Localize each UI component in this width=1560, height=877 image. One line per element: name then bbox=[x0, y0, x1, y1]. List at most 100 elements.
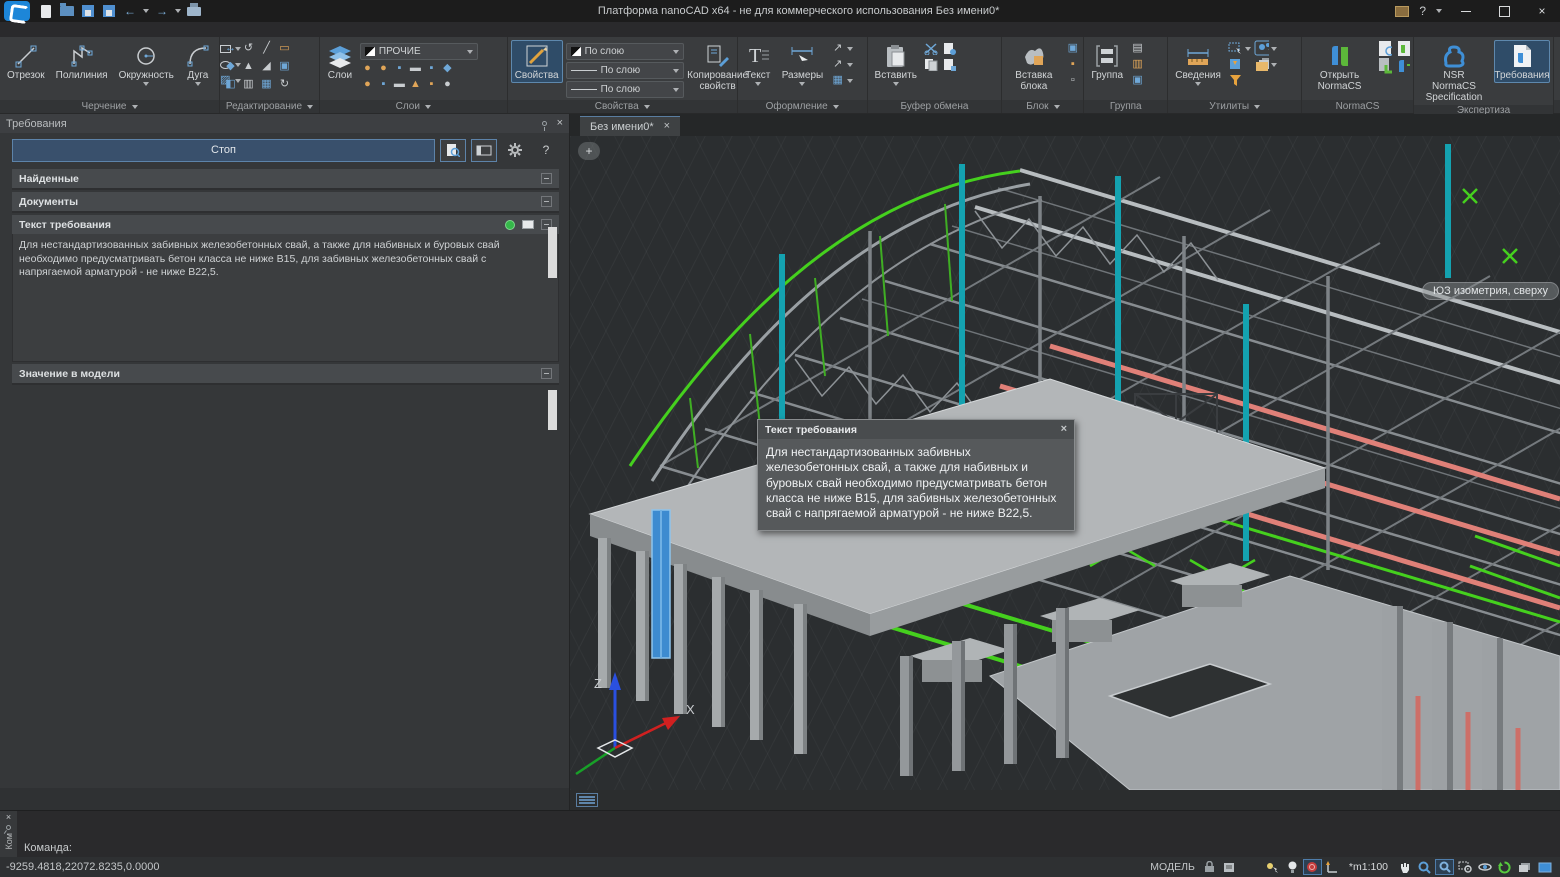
make-block-icon[interactable]: ▣ bbox=[1065, 42, 1080, 55]
layer-on-icon[interactable]: ● bbox=[360, 62, 375, 75]
help-icon[interactable]: ? bbox=[1419, 4, 1426, 18]
nsr-normacs-button[interactable]: NSR NormaCS Specification bbox=[1417, 40, 1491, 105]
dynamic-ucs-icon[interactable] bbox=[1323, 859, 1342, 875]
leader-dropdown-icon[interactable] bbox=[847, 47, 853, 51]
section-found-header[interactable]: Найденные bbox=[12, 169, 559, 188]
layer-cur-icon[interactable]: ▪ bbox=[376, 78, 391, 91]
circle-dropdown-icon[interactable] bbox=[143, 82, 149, 86]
arc-dropdown-icon[interactable] bbox=[195, 82, 201, 86]
block-edit-icon[interactable]: ▪ bbox=[1065, 58, 1080, 71]
select-box-icon[interactable] bbox=[1228, 42, 1243, 55]
line-button[interactable]: Отрезок bbox=[3, 40, 49, 83]
normacs-paste-icon[interactable] bbox=[1377, 58, 1392, 71]
layer-select[interactable]: ПРОЧИЕ bbox=[360, 43, 478, 60]
collapse-icon[interactable] bbox=[541, 173, 552, 184]
copy-base-icon[interactable] bbox=[942, 58, 957, 71]
undo-icon[interactable]: ← bbox=[122, 4, 138, 18]
color-select[interactable]: По слою bbox=[566, 43, 684, 60]
paste-button[interactable]: Вставить bbox=[871, 40, 921, 88]
section-reqtext-header[interactable]: Текст требования bbox=[12, 215, 559, 234]
move-tool-icon[interactable]: ↔ bbox=[223, 42, 238, 55]
layer-freeze-icon[interactable]: ● bbox=[376, 62, 391, 75]
layer-iso-icon[interactable]: ▲ bbox=[408, 78, 423, 91]
stretch-tool-icon[interactable]: ◧ bbox=[223, 78, 238, 91]
help-dropdown-icon[interactable] bbox=[1436, 9, 1442, 13]
layer-fold-icon[interactable]: ▪ bbox=[424, 78, 439, 91]
mleader-icon[interactable]: ↗ bbox=[830, 58, 845, 71]
command-prompt[interactable]: Команда: bbox=[24, 842, 72, 854]
block-attr-icon[interactable]: ▫ bbox=[1065, 74, 1080, 87]
mleader-dropdown-icon[interactable] bbox=[847, 63, 853, 67]
fullscreen-icon[interactable] bbox=[1535, 859, 1554, 875]
save-icon[interactable] bbox=[80, 4, 96, 18]
table-icon[interactable]: ▦ bbox=[830, 74, 845, 87]
visibility-cursor-icon[interactable] bbox=[1263, 859, 1282, 875]
dimensions-button[interactable]: Размеры bbox=[778, 40, 828, 88]
notes-icon[interactable] bbox=[1220, 859, 1239, 875]
viewports-icon[interactable] bbox=[1515, 859, 1534, 875]
report-button[interactable] bbox=[440, 139, 466, 162]
layer-walk-icon[interactable]: ▬ bbox=[392, 78, 407, 91]
command-close-icon[interactable]: × bbox=[6, 813, 11, 822]
insert-block-button[interactable]: Вставка блока bbox=[1005, 40, 1062, 94]
scale-tool-icon[interactable]: ▥ bbox=[241, 78, 256, 91]
close-button[interactable]: × bbox=[1528, 2, 1556, 20]
draworder-dropdown-icon[interactable] bbox=[1271, 63, 1277, 67]
array-tool-icon[interactable]: ▦ bbox=[259, 78, 274, 91]
briefcase-icon[interactable] bbox=[1395, 6, 1409, 17]
redo-dropdown-icon[interactable] bbox=[175, 9, 181, 13]
sheet-menu-icon[interactable] bbox=[576, 793, 598, 807]
zoom-icon[interactable] bbox=[1415, 859, 1434, 875]
layer-lock-icon[interactable]: ▪ bbox=[392, 62, 407, 75]
fillet-tool-icon[interactable]: ◢ bbox=[259, 60, 274, 73]
quick-select-icon[interactable] bbox=[1228, 58, 1243, 71]
group-button[interactable]: Группа bbox=[1087, 40, 1127, 83]
circle-button[interactable]: Окружность bbox=[115, 40, 178, 88]
normacs-export-icon[interactable] bbox=[1395, 58, 1410, 71]
cut-icon[interactable] bbox=[924, 42, 939, 55]
copy-icon[interactable] bbox=[924, 58, 939, 71]
leader-icon[interactable]: ↗ bbox=[830, 42, 845, 55]
selection-set-icon[interactable] bbox=[1254, 42, 1269, 55]
tooltip-close-icon[interactable]: × bbox=[1061, 424, 1067, 435]
layer-dots-icon[interactable]: ● bbox=[440, 78, 455, 91]
show-window-icon[interactable] bbox=[521, 219, 535, 231]
info-dropdown-icon[interactable] bbox=[1195, 82, 1201, 86]
lock-icon[interactable] bbox=[1200, 859, 1219, 875]
copy-link-icon[interactable] bbox=[942, 42, 957, 55]
panel-close-icon[interactable]: × bbox=[557, 118, 563, 129]
regen-icon[interactable] bbox=[1495, 859, 1514, 875]
restore-button[interactable] bbox=[1490, 2, 1518, 20]
zoom-window-icon[interactable] bbox=[1435, 859, 1454, 875]
orbit-icon[interactable] bbox=[1475, 859, 1494, 875]
table-dropdown-icon[interactable] bbox=[847, 79, 853, 83]
pin-icon[interactable] bbox=[542, 121, 547, 126]
text-button[interactable]: T Текст bbox=[741, 40, 775, 88]
erase-tool-icon[interactable]: ▭ bbox=[277, 42, 292, 55]
draw-order-icon[interactable] bbox=[1254, 58, 1269, 71]
minimize-button[interactable] bbox=[1452, 2, 1480, 20]
paste-dropdown-icon[interactable] bbox=[893, 82, 899, 86]
stop-button[interactable]: Стоп bbox=[12, 139, 435, 162]
group-add-icon[interactable]: ▣ bbox=[1130, 74, 1145, 87]
lineweight-select[interactable]: По слою bbox=[566, 81, 684, 98]
collapse-icon[interactable] bbox=[541, 196, 552, 207]
copy-tool-icon[interactable]: ↻ bbox=[277, 78, 292, 91]
section-documents-header[interactable]: Документы bbox=[12, 192, 559, 211]
filter-icon[interactable] bbox=[1228, 74, 1243, 87]
explode-tool-icon[interactable]: ◆ bbox=[223, 60, 238, 73]
command-vertical-tab[interactable]: × Ком bbox=[0, 811, 17, 857]
trim-tool-icon[interactable]: ╱ bbox=[259, 42, 274, 55]
offset-tool-icon[interactable]: ▣ bbox=[277, 60, 292, 73]
collapse-icon[interactable] bbox=[541, 368, 552, 379]
info-button[interactable]: Сведения bbox=[1171, 40, 1225, 88]
properties-button[interactable]: Свойства bbox=[511, 40, 563, 83]
app-logo-icon[interactable] bbox=[4, 1, 30, 21]
rotate-tool-icon[interactable]: ↺ bbox=[241, 42, 256, 55]
section-model-header[interactable]: Значение в модели bbox=[12, 364, 559, 383]
pan-icon[interactable] bbox=[1395, 859, 1414, 875]
document-close-icon[interactable]: × bbox=[664, 121, 670, 132]
normacs-open-icon[interactable] bbox=[503, 219, 517, 231]
dimensions-dropdown-icon[interactable] bbox=[799, 82, 805, 86]
polyline-button[interactable]: Полилиния bbox=[52, 40, 112, 83]
